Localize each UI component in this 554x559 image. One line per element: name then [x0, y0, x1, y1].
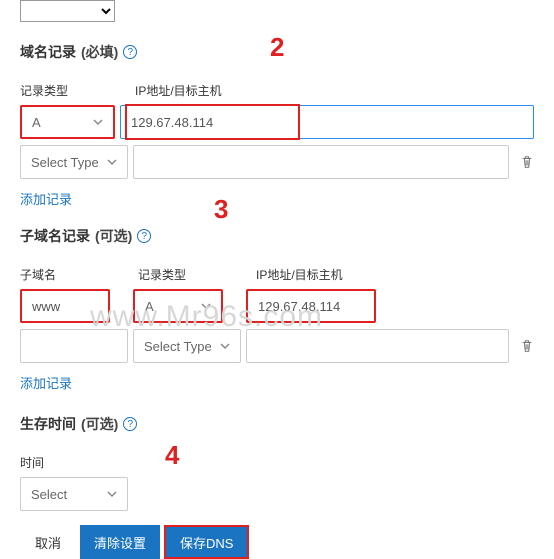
- label-record-type: 记录类型: [138, 266, 256, 283]
- chevron-down-icon: [107, 489, 117, 499]
- callout-number: 2: [270, 32, 284, 63]
- save-dns-button[interactable]: 保存DNS: [164, 525, 249, 559]
- label-record-type: 记录类型: [20, 82, 135, 99]
- trash-icon[interactable]: [520, 339, 534, 353]
- chevron-down-icon: [93, 117, 103, 127]
- ip-input[interactable]: [133, 145, 509, 179]
- subdomain-input[interactable]: [20, 289, 110, 323]
- cancel-button[interactable]: 取消: [20, 525, 76, 559]
- subdomain-input[interactable]: [20, 329, 128, 363]
- ttl-select[interactable]: Select: [20, 477, 128, 511]
- chevron-down-icon: [220, 341, 230, 351]
- record-type-select[interactable]: Select Type: [20, 145, 128, 179]
- help-icon[interactable]: ?: [137, 229, 151, 243]
- section-subdomain-records-title: 子域名记录 (可选) ?: [20, 226, 534, 246]
- callout-number: 4: [165, 440, 179, 471]
- ip-input[interactable]: [246, 329, 509, 363]
- add-record-link[interactable]: 添加记录: [20, 189, 72, 208]
- top-dropdown[interactable]: [20, 0, 115, 22]
- help-icon[interactable]: ?: [123, 417, 137, 431]
- label-ip-target: IP地址/目标主机: [256, 266, 534, 283]
- chevron-down-icon: [201, 301, 211, 311]
- add-record-link[interactable]: 添加记录: [20, 373, 72, 392]
- record-type-select[interactable]: A: [20, 105, 115, 139]
- trash-icon[interactable]: [520, 155, 534, 169]
- label-time: 时间: [20, 454, 44, 471]
- record-type-select[interactable]: Select Type: [133, 329, 241, 363]
- ip-input[interactable]: [246, 289, 376, 323]
- ip-input[interactable]: [120, 105, 534, 139]
- record-type-select[interactable]: A: [133, 289, 223, 323]
- callout-number: 3: [214, 194, 228, 225]
- label-subdomain: 子域名: [20, 266, 138, 283]
- help-icon[interactable]: ?: [123, 45, 137, 59]
- section-ttl-title: 生存时间 (可选) ?: [20, 414, 534, 434]
- chevron-down-icon: [107, 157, 117, 167]
- label-ip-target: IP地址/目标主机: [135, 82, 534, 99]
- clear-settings-button[interactable]: 清除设置: [80, 525, 160, 559]
